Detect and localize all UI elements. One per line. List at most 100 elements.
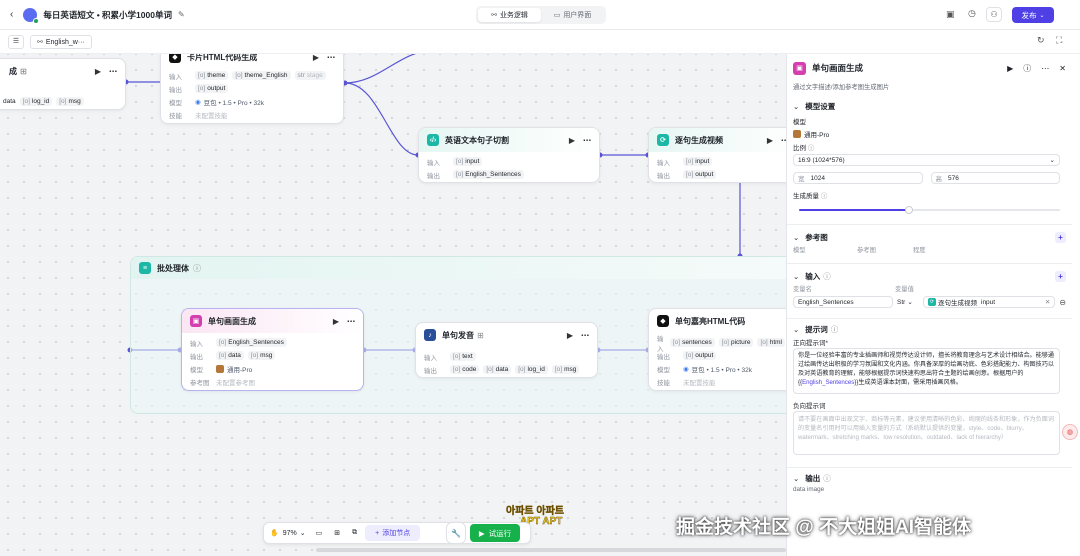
fullscreen-icon[interactable]: ⛶ <box>1056 35 1062 46</box>
pointer-icon[interactable]: ✋ <box>270 529 279 537</box>
play-icon: ▶ <box>478 528 485 538</box>
out-var: [o] output <box>683 351 717 360</box>
model-value: 通用-Pro <box>227 366 253 374</box>
height-field[interactable]: 高 576 <box>930 172 1060 184</box>
positive-prompt-textarea[interactable]: 你是一位经验丰富的专业插画师和视觉传达设计师，擅长将教育理念与艺术设计相结合。能… <box>793 348 1060 394</box>
chip-icon: ⊞ <box>477 330 484 340</box>
add-icon[interactable]: + <box>1055 231 1066 243</box>
label: 输入 <box>657 159 670 167</box>
width-label: 宽 <box>798 176 805 183</box>
float-assistant[interactable]: ◍ <box>1062 424 1078 440</box>
quality-label: 生成质量 <box>793 193 819 200</box>
label: 输出 <box>657 172 670 180</box>
layout-icon: ▭ <box>553 12 561 19</box>
section-model[interactable]: ⌄ 模型设置 <box>787 98 1072 114</box>
node-card-html-gen[interactable]: ◆ 卡片HTML代码生成 ▶ ⋯ 输入 [o] theme [o] theme_Engli… <box>160 44 344 124</box>
node-voice[interactable]: ♪ 单句发音 ⊞ ▶ ⋯ 输入 [o] text 输出 [o] code [o] data [… <box>415 322 598 378</box>
run-button[interactable]: ▶ 试运行 <box>470 524 520 542</box>
ratio-value: 16:9 (1024*576) <box>798 156 845 164</box>
run-label: 试运行 <box>488 528 512 538</box>
ratio-select[interactable]: 16:9 (1024*576) ⌄ <box>793 154 1060 166</box>
minus-icon[interactable]: ⊖ <box>1059 298 1066 307</box>
edit-icon[interactable]: ✎ <box>178 10 185 19</box>
more-icon[interactable]: ⋯ <box>583 136 591 145</box>
in-var: [o] text <box>450 352 476 361</box>
out-var: [o] data <box>483 365 512 374</box>
more-icon[interactable]: ⋯ <box>109 67 117 76</box>
history-icon[interactable]: ◷ <box>968 8 976 19</box>
quality-slider[interactable] <box>799 206 1060 214</box>
workflow-canvas[interactable]: 成 ⊞ ▶ ⋯ data [o] log_id [o] msg ◆ 卡片HTML代码生成 ▶ ⋯… <box>0 30 788 556</box>
image-icon: ▣ <box>190 315 202 327</box>
workflow-tab[interactable]: ⚯ English_w··· <box>30 35 92 49</box>
grid-icon[interactable]: ⊞ <box>334 529 340 537</box>
negative-prompt-textarea[interactable]: 请不要在画面中出现文字、商标等元素，建议使用清晰的色彩、绚丽的线条和形象，作为负… <box>793 411 1060 455</box>
out-var: [o] code <box>450 365 480 374</box>
var-ref-field[interactable]: ⟳ 逐句生成视频 input ✕ <box>923 296 1056 308</box>
run-icon[interactable]: ▶ <box>95 67 101 76</box>
zoom-select[interactable]: 97% ⌄ <box>283 529 306 538</box>
slider-handle[interactable] <box>904 206 913 214</box>
info-icon[interactable]: ⓘ <box>808 145 815 152</box>
run-icon[interactable]: ▶ <box>569 136 575 145</box>
batch-icon: ≡ <box>139 262 151 274</box>
info-icon[interactable]: ⓘ <box>193 263 201 274</box>
width-value: 1024 <box>810 174 825 182</box>
node-sentence-split[interactable]: ‹/› 英语文本句子切割 ▶ ⋯ 输入 [o] input 输出 [o] English_… <box>418 127 600 183</box>
add-node-button[interactable]: + 添加节点 <box>365 525 421 541</box>
run-icon[interactable]: ▶ <box>333 317 339 326</box>
collaborators-icon[interactable]: ⚇ <box>986 7 1002 22</box>
run-icon[interactable]: ▶ <box>1007 64 1013 73</box>
loop-icon: ⟳ <box>928 298 936 306</box>
info-icon[interactable]: ⓘ <box>823 473 831 484</box>
section-input[interactable]: ⌄ 输入 ⓘ + <box>787 268 1072 284</box>
chevron-down-icon: ⌄ <box>1049 157 1055 164</box>
help-icon[interactable]: ⓘ <box>1023 63 1031 74</box>
run-icon[interactable]: ▶ <box>567 331 573 340</box>
model-value: 通用-Pro <box>804 132 830 139</box>
horizontal-scrollbar[interactable] <box>316 548 786 552</box>
model-select[interactable]: 通用-Pro <box>793 128 1066 140</box>
node-image-gen-left[interactable]: 成 ⊞ ▶ ⋯ data [o] log_id [o] msg <box>0 58 126 110</box>
info-icon[interactable]: ⓘ <box>831 324 839 335</box>
ref-value: 未配置参考图 <box>216 379 255 387</box>
more-icon[interactable]: ⋯ <box>347 317 355 326</box>
minimap-icon[interactable]: ⧉ <box>352 529 357 537</box>
refresh-icon[interactable]: ↻ <box>1037 35 1045 46</box>
var-type-select[interactable]: Str ⌄ <box>897 296 919 308</box>
height-value: 576 <box>948 174 959 182</box>
more-icon[interactable]: ⋯ <box>581 331 589 340</box>
sidebar-toggle-icon[interactable]: ☰ <box>8 35 24 49</box>
label: 模型 <box>169 99 182 107</box>
section-output[interactable]: ⌄ 输出 ⓘ <box>787 470 1072 486</box>
chevron-down-icon: ⌄ <box>907 299 913 306</box>
add-icon[interactable]: + <box>1055 270 1066 282</box>
tab-user-interface[interactable]: ▭ 用户界面 <box>541 8 604 22</box>
back-icon[interactable]: ‹ <box>10 9 13 20</box>
node-video-gen[interactable]: ⟳逐句生成视频▶⋯ 输入 [o]input 输出 [o]output <box>648 127 788 183</box>
tool-button[interactable]: 🔧 <box>446 522 466 544</box>
width-field[interactable]: 宽 1024 <box>793 172 923 184</box>
run-icon[interactable]: ▶ <box>767 136 773 145</box>
more-icon[interactable]: ⋯ <box>1041 64 1049 73</box>
node-title: 单句发音 <box>442 330 474 340</box>
image-icon: ▣ <box>793 61 806 75</box>
doubao-model-icon: ◉ <box>195 98 201 106</box>
section-reference[interactable]: ⌄ 参考图 + <box>787 229 1072 245</box>
var-name-field[interactable]: English_Sentences <box>793 296 893 308</box>
comment-icon[interactable]: ▭ <box>316 529 323 537</box>
top-bar: ‹ 每日英语短文 • 积累小学1000单词 ✎ ⚯ 业务逻辑 ▭ 用户界面 ▣ ◷ … <box>0 0 1080 30</box>
info-icon[interactable]: ⓘ <box>821 193 828 200</box>
export-icon[interactable]: ▣ <box>946 9 955 20</box>
node-sentence-html[interactable]: ◆ 单句嘉亮HTML代码 输入 [o] sentences [o] picture [… <box>648 308 788 391</box>
section-title: 参考图 <box>805 232 828 242</box>
clear-icon[interactable]: ✕ <box>1045 298 1050 306</box>
node-image-gen[interactable]: ▣ 单句画面生成 ▶ ⋯ 输入 [o] English_Sentences 输出 [o]… <box>181 308 364 391</box>
tab-business-logic[interactable]: ⚯ 业务逻辑 <box>478 8 541 22</box>
close-icon[interactable]: ✕ <box>1059 64 1066 73</box>
info-icon[interactable]: ⓘ <box>823 271 1055 282</box>
publish-button[interactable]: 发布 ⌄ <box>1012 7 1054 23</box>
section-prompt[interactable]: ⌄ 提示词 ⓘ <box>787 321 1072 337</box>
model-thumb-icon <box>793 130 801 138</box>
in-var: [o] theme <box>195 71 229 80</box>
